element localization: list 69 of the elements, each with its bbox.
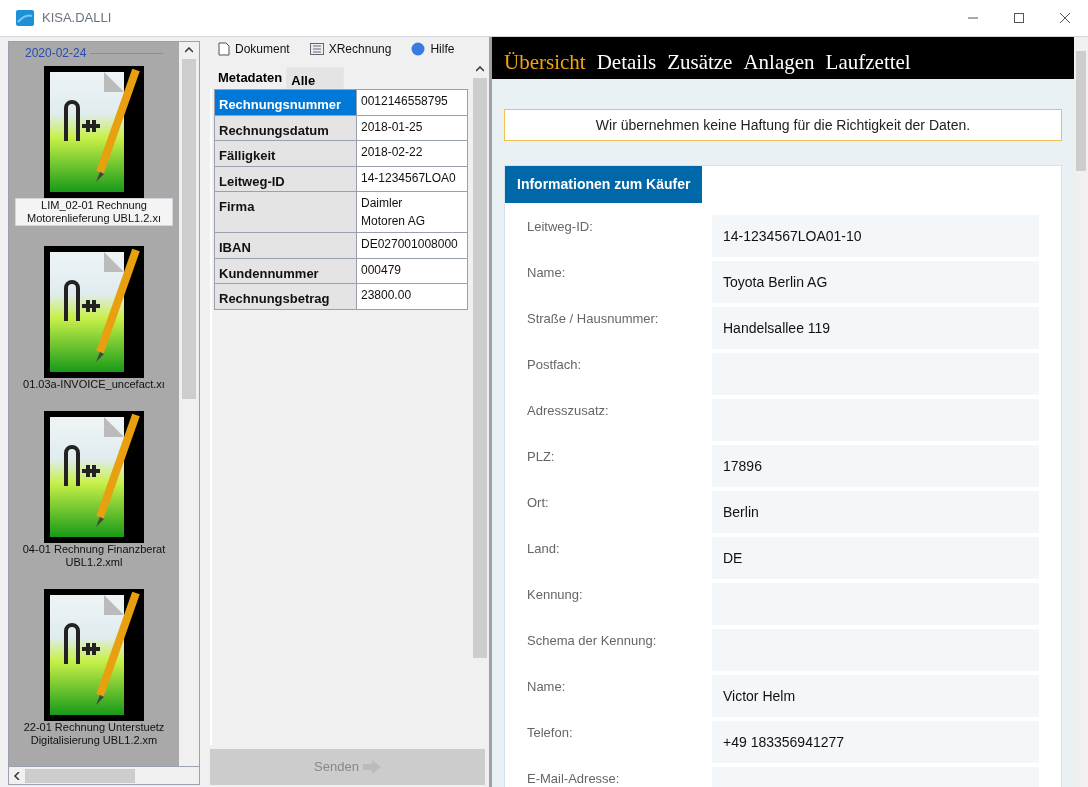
tab[interactable]: Alle	[286, 67, 345, 89]
file-item[interactable]: 04-01 Rechnung Finanzberat UBL1.2.xml	[15, 543, 173, 569]
table-cell[interactable]: IBAN	[215, 233, 357, 258]
scroll-left-icon[interactable]	[13, 771, 21, 780]
field-label: Postfach:	[527, 356, 583, 374]
nav-tab[interactable]: Übersicht	[504, 50, 586, 74]
table-cell[interactable]: Rechnungsdatum	[215, 115, 357, 140]
toolbar-button[interactable]: XRechnung	[309, 40, 392, 58]
field-label: Land:	[527, 540, 561, 558]
maximize-icon[interactable]	[1014, 13, 1024, 23]
table-cell: 0012146558795	[357, 90, 467, 115]
scrollbar[interactable]	[1074, 37, 1088, 787]
table-cell[interactable]: Kundennummer	[215, 258, 357, 283]
table-cell: DE027001008000	[357, 233, 467, 258]
notice-banner: Wir übernehmen keine Haftung für die Richtigkeit der Daten.	[504, 109, 1062, 141]
value-field: 17896	[712, 445, 1039, 487]
table-cell: 000479	[357, 258, 467, 283]
value-field: 14-1234567LOA01-10	[712, 215, 1039, 257]
help-icon	[411, 42, 426, 56]
value-field: Berlin	[712, 491, 1039, 533]
nav-tab[interactable]: Zusätze	[667, 50, 733, 74]
list-icon	[309, 43, 324, 55]
scroll-up-icon[interactable]	[476, 66, 484, 72]
file-item[interactable]: 01.03a-INVOICE_uncefact.xı	[15, 378, 173, 391]
field-label: Leitweg-ID:	[527, 218, 594, 236]
field-label: Straße / Hausnummer:	[527, 310, 660, 328]
date-header: 2020-02-24	[25, 45, 87, 62]
table-cell: 2018-01-25	[357, 115, 467, 140]
file-item[interactable]: 22-01 Rechnung Unterstuetz Digitalisierung UBL1.2.xm	[15, 721, 173, 747]
field-label: Kennung:	[527, 586, 584, 604]
nav-tab[interactable]: Anlagen	[743, 50, 815, 74]
value-field: DE	[712, 537, 1039, 579]
value-field: Handelsallee 119	[712, 307, 1039, 349]
notepad-icon	[44, 411, 144, 543]
field-label: Ort:	[527, 494, 550, 512]
field-label: Adresszusatz:	[527, 402, 610, 420]
notepad-icon	[44, 246, 144, 378]
notepad-icon	[44, 589, 144, 721]
section-title: Informationen zum Käufer	[505, 166, 703, 203]
value-field: Toyota Berlin AG	[712, 261, 1039, 303]
table-cell: 14-1234567LOA0	[357, 166, 467, 191]
table-cell[interactable]: Fälligkeit	[215, 141, 357, 166]
table-cell[interactable]: Rechnungsbetrag	[215, 284, 357, 309]
table-cell[interactable]: Firma	[215, 192, 357, 232]
field-label: PLZ:	[527, 448, 556, 466]
app-logo-icon	[16, 10, 34, 26]
horizontal-scrollbar[interactable]	[8, 767, 200, 785]
field-label: Name:	[527, 678, 567, 696]
field-label: Schema der Kennung:	[527, 632, 658, 650]
table-cell: 23800.00	[357, 284, 467, 309]
scroll-up-icon[interactable]	[185, 47, 193, 53]
field-label: Telefon:	[527, 724, 574, 742]
nav-tab[interactable]: Details	[596, 50, 657, 74]
table-cell: 2018-02-22	[357, 141, 467, 166]
value-field: Victor Helm	[712, 675, 1039, 717]
notepad-icon	[44, 66, 144, 198]
nav-tab[interactable]: Laufzettel	[825, 50, 911, 74]
value-field: +49 183356941277	[712, 721, 1039, 763]
table-cell[interactable]: Leitweg-ID	[215, 166, 357, 191]
table-cell[interactable]: Rechnungsnummer	[215, 90, 357, 115]
close-icon[interactable]	[1060, 13, 1070, 23]
toolbar-button[interactable]: Dokument	[218, 40, 290, 58]
field-label: E-Mail-Adresse:	[527, 770, 621, 787]
table-cell: Daimler Motoren AG	[357, 192, 467, 232]
file-item[interactable]: LIM_02-01 Rechnung Motorenlieferung UBL1.2.xı	[15, 198, 173, 226]
field-label: Name:	[527, 264, 567, 282]
toolbar-button[interactable]: Hilfe	[411, 40, 455, 58]
document-icon	[218, 42, 230, 56]
window-title: KISA.DALLI	[42, 9, 112, 28]
